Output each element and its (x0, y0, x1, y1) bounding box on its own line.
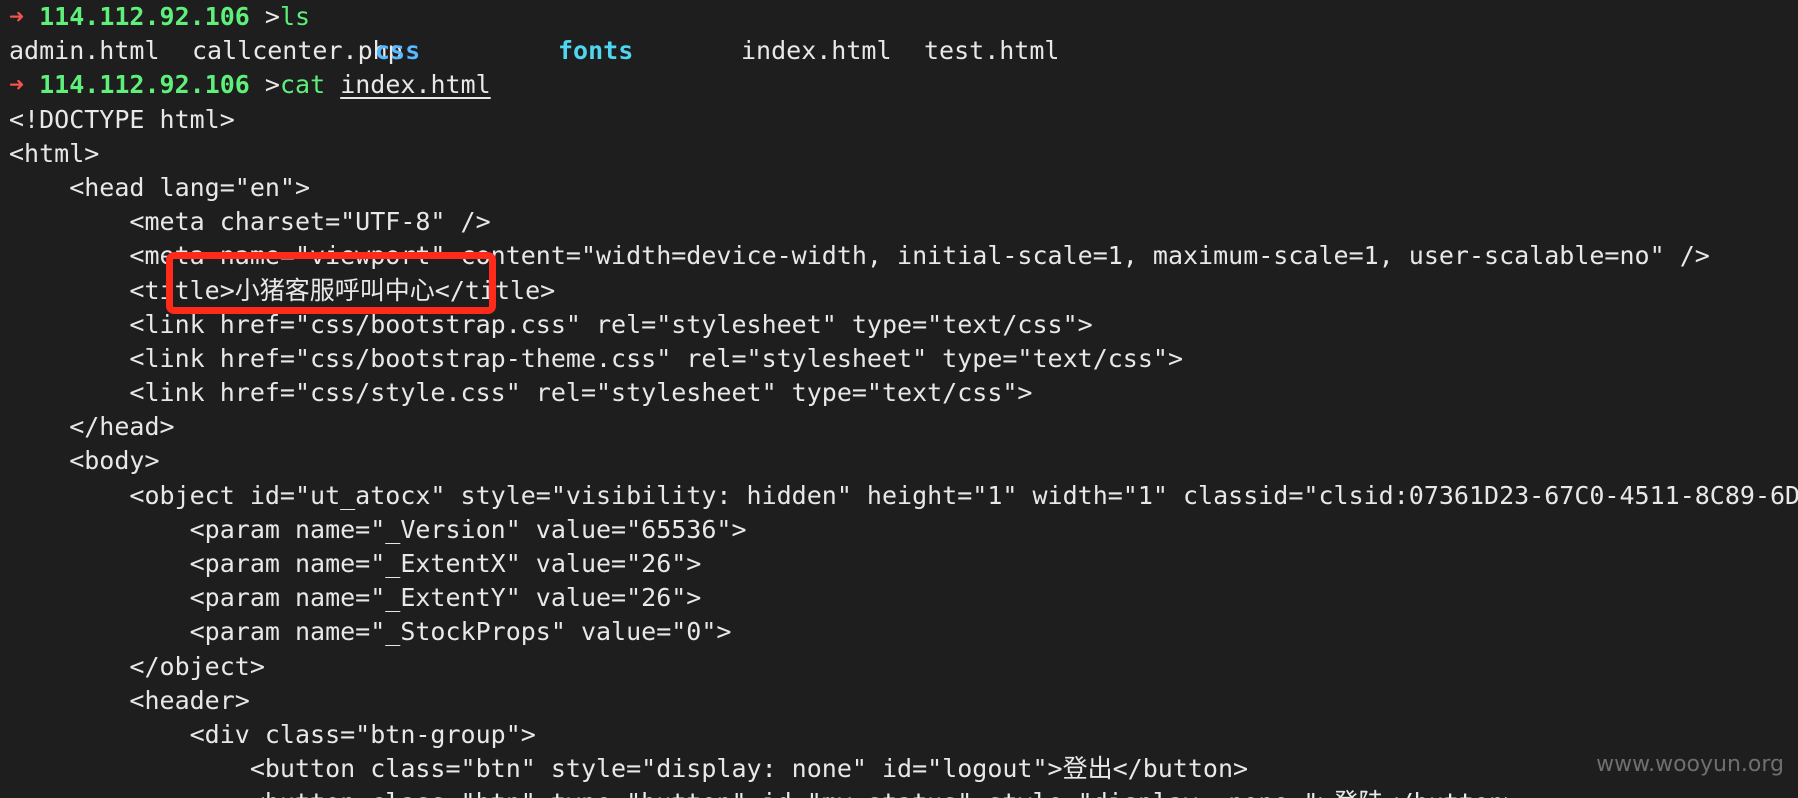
file-line-title: <title>小猪客服呼叫中心</title> (9, 275, 556, 305)
file-line: <div class="btn-group"> (9, 719, 536, 749)
prompt-arrow-icon: ➜ (9, 2, 25, 31)
file-line: <header> (9, 685, 250, 715)
ls-item-css: css (375, 36, 421, 66)
file-line: <!DOCTYPE html> (9, 104, 235, 134)
file-line: </object> (9, 651, 265, 681)
prompt-symbol: > (264, 2, 280, 31)
watermark: www.wooyun.org (1596, 751, 1784, 777)
file-line: <link href="css/bootstrap.css" rel="styl… (9, 309, 1093, 339)
file-line: <param name="_Version" value="65536"> (9, 514, 747, 544)
terminal-window[interactable]: ➜ 114.112.92.106 >ls admin.html callcent… (0, 0, 1798, 798)
file-line: <button class="btn" type="button" id="my… (9, 786, 1798, 798)
ls-output: admin.html callcenter.php css fonts inde… (9, 34, 1798, 68)
file-line: <head lang="en"> (9, 172, 311, 202)
file-line: <object id="ut_atocx" style="visibility:… (9, 480, 1798, 510)
prompt-host: 114.112.92.106 (39, 70, 250, 100)
file-line: <meta charset="UTF-8" /> (9, 207, 491, 237)
prompt-arrow-icon: ➜ (9, 70, 25, 100)
file-line: </head> (9, 412, 175, 442)
file-line: <meta name="viewport" content="width=dev… (9, 241, 1710, 271)
prompt-host: 114.112.92.106 (39, 2, 250, 31)
file-line: <button class="btn" style="display: none… (9, 754, 1249, 784)
command-argument: index.html (340, 70, 491, 100)
ls-item-admin: admin.html (9, 36, 160, 66)
ls-item-fonts: fonts (558, 36, 634, 66)
ls-item-index: index.html (741, 36, 892, 66)
prompt-line-ls: ➜ 114.112.92.106 >ls (9, 0, 1798, 34)
ls-item-test: test.html (924, 36, 1060, 66)
prompt-line-cat: ➜ 114.112.92.106 >cat index.html (9, 68, 1798, 102)
file-line: <html> (9, 138, 100, 168)
prompt-symbol: > (264, 70, 280, 100)
file-line: <body> (9, 446, 160, 476)
command-cat: cat (279, 70, 326, 100)
file-line: <param name="_ExtentX" value="26"> (9, 549, 702, 578)
ls-item-callcenter: callcenter.php (192, 36, 403, 66)
command-ls: ls (279, 2, 311, 31)
file-line: <link href="css/style.css" rel="styleshe… (9, 378, 1033, 408)
file-line: <link href="css/bootstrap-theme.css" rel… (9, 343, 1183, 373)
file-line: <param name="_ExtentY" value="26"> (9, 583, 702, 613)
file-line: <param name="_StockProps" value="0"> (9, 617, 732, 647)
